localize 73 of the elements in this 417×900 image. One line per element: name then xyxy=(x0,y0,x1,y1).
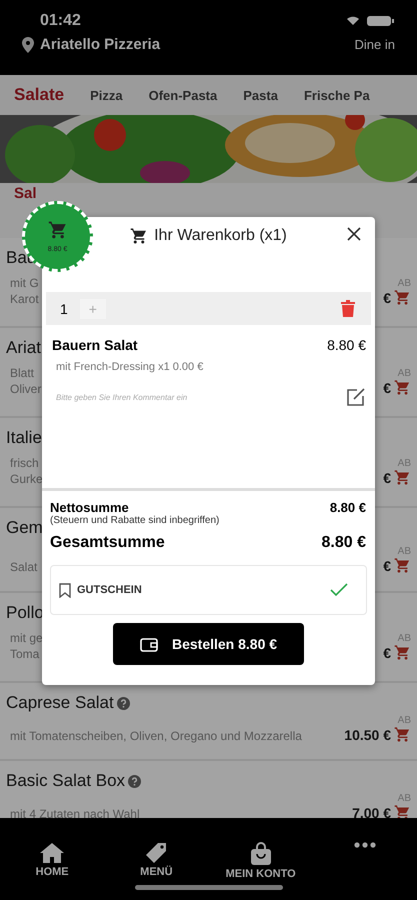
product-description: Blatt xyxy=(10,366,36,380)
product-name: Caprese Salat xyxy=(6,693,114,713)
category-tab[interactable]: Pasta xyxy=(243,88,278,102)
add-to-cart-icon xyxy=(394,469,411,486)
item-name: Bauern Salat xyxy=(52,337,138,353)
product-price: € xyxy=(383,470,391,486)
add-to-cart-icon xyxy=(394,379,411,396)
item-price: 8.80 € xyxy=(327,337,366,353)
cart-icon xyxy=(48,220,68,240)
help-icon[interactable] xyxy=(128,774,142,788)
product-description: Oliver xyxy=(10,382,42,396)
category-tab[interactable]: Salate xyxy=(14,85,64,105)
close-icon xyxy=(345,225,363,243)
product-price: € xyxy=(383,558,391,574)
product-description: Toma xyxy=(10,647,40,661)
bookmark-icon xyxy=(59,582,71,598)
net-total-value: 8.80 € xyxy=(330,500,366,515)
delete-button[interactable] xyxy=(341,300,355,317)
quantity-value: 1 xyxy=(60,300,68,316)
help-icon[interactable] xyxy=(116,696,130,710)
nav-label[interactable]: MEIN KONTO xyxy=(226,868,296,880)
product-price: € xyxy=(383,290,391,306)
product-price: € xyxy=(383,644,391,660)
product-price: € xyxy=(383,380,391,396)
category-tab[interactable]: Ofen-Pasta xyxy=(148,88,218,102)
product-description: frisch xyxy=(10,456,40,470)
product-description: Karot xyxy=(10,292,39,306)
order-button[interactable]: Bestellen 8.80 € xyxy=(113,623,304,665)
tag-icon xyxy=(144,842,168,864)
net-total-label: Nettosumme xyxy=(50,500,129,515)
category-tab[interactable]: Frische Pa xyxy=(304,88,370,102)
product-name: Gem xyxy=(6,518,43,538)
add-to-cart-icon xyxy=(394,289,411,306)
product-name: Ariat xyxy=(6,338,41,358)
voucher-button[interactable]: GUTSCHEIN xyxy=(50,565,367,615)
product-description: Salat xyxy=(10,560,38,574)
location-pin-icon xyxy=(22,36,34,52)
product-description: mit Tomatenscheiben, Oliven, Oregano und Mozzarella xyxy=(10,729,302,743)
edit-icon[interactable] xyxy=(346,387,366,407)
nav-label[interactable]: HOME xyxy=(36,866,69,878)
close-button[interactable] xyxy=(345,225,363,243)
product-description: Gurke xyxy=(10,472,43,486)
add-to-cart-icon xyxy=(394,557,411,574)
product-name: Italie xyxy=(6,428,42,448)
shopping-bag-icon xyxy=(250,842,272,866)
product-price: 10.50 € xyxy=(344,726,391,742)
comment-field[interactable]: Bitte geben Sie Ihren Kommentar ein xyxy=(56,392,346,402)
wallet-icon xyxy=(140,636,158,652)
cart-icon xyxy=(130,227,148,245)
grand-total-value: 8.80 € xyxy=(322,534,366,552)
item-option: mit French-Dressing x1 0.00 € xyxy=(52,361,366,373)
add-to-cart-icon xyxy=(394,804,411,818)
grand-total-label: Gesamtsumme xyxy=(50,534,165,552)
more-icon[interactable] xyxy=(354,842,376,848)
tax-note: (Steuern und Rabatte sind inbegriffen) xyxy=(50,515,220,526)
product-description: mit ge xyxy=(10,631,43,645)
add-to-cart-icon xyxy=(394,726,411,743)
category-tab[interactable]: Pizza xyxy=(90,88,123,102)
product-description: mit 4 Zutaten nach Wahl xyxy=(10,807,140,818)
product-name: Basic Salat Box xyxy=(6,771,126,791)
add-to-cart-icon xyxy=(394,644,411,661)
status-icons xyxy=(347,15,395,27)
home-icon xyxy=(39,842,66,864)
nav-label[interactable]: MENÜ xyxy=(140,866,173,878)
product-price: 7.00 € xyxy=(352,804,391,818)
status-time: 01:42 xyxy=(39,12,81,30)
section-title: Sal xyxy=(14,185,37,202)
product-description: mit G xyxy=(10,276,39,290)
trash-icon xyxy=(341,300,355,317)
dialog-title: Ihr Warenkorb (x1) xyxy=(154,227,287,245)
service-mode[interactable]: Dine in xyxy=(354,37,395,52)
restaurant-name[interactable]: Ariatello Pizzeria xyxy=(40,36,160,53)
product-name: Pollo xyxy=(6,603,44,623)
